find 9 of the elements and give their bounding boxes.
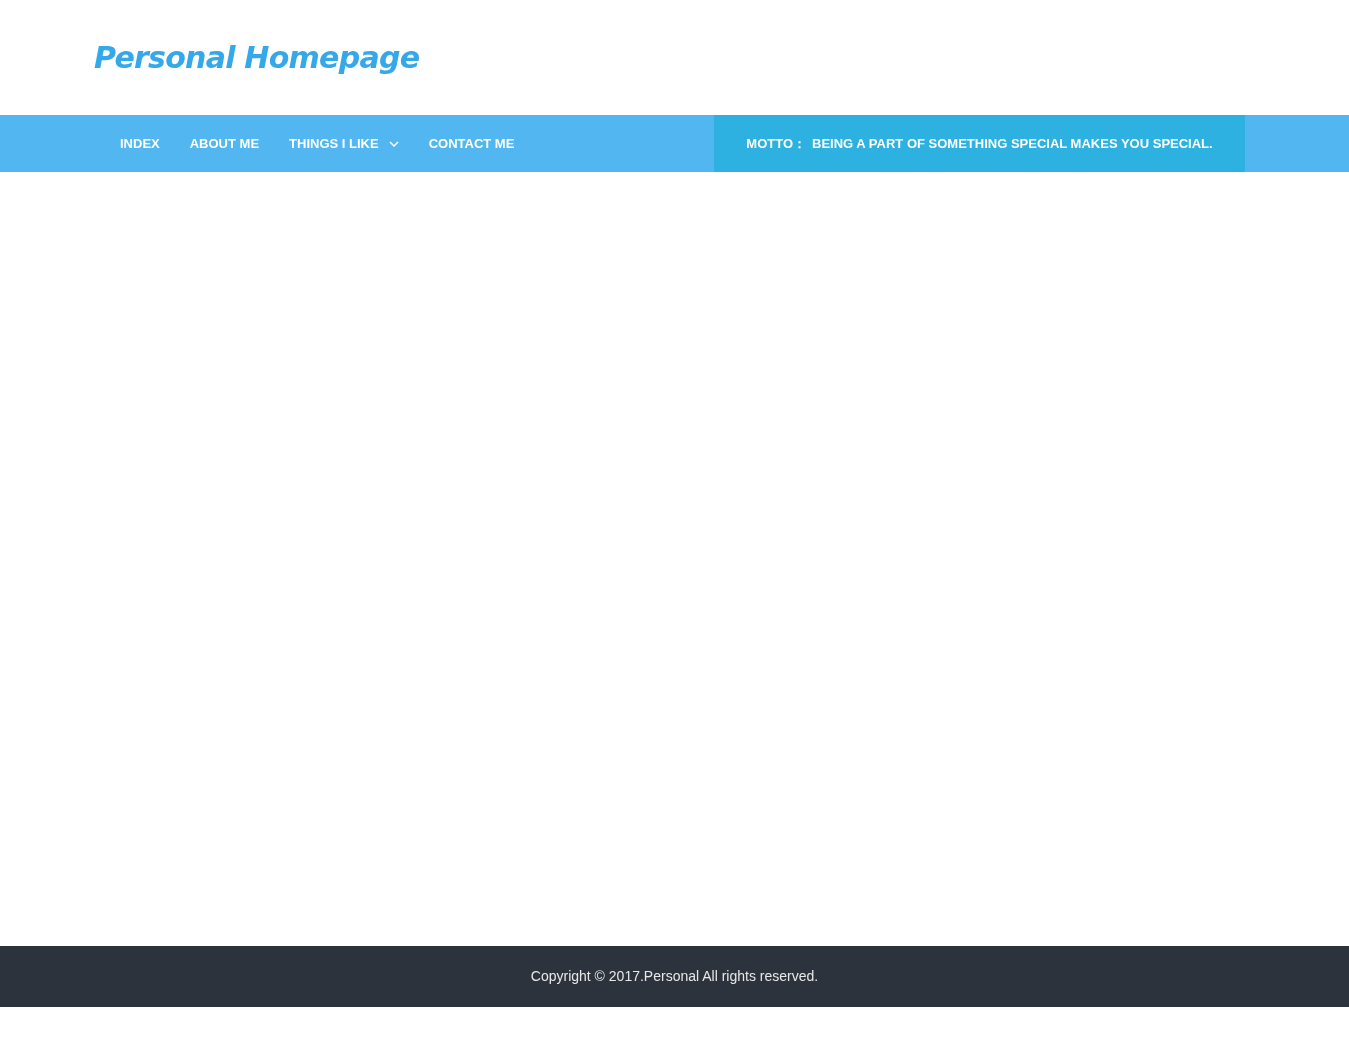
copyright-text: Copyright © 2017.Personal All rights reserved. bbox=[530, 967, 819, 986]
nav-link[interactable]: ABOUT ME bbox=[174, 133, 275, 154]
nav-link[interactable]: THINGS I LIKE bbox=[274, 133, 414, 154]
nav-link[interactable]: CONTACT ME bbox=[413, 133, 530, 154]
chevron-down-icon bbox=[388, 140, 399, 147]
motto-text: BEING A PART OF SOMETHING SPECIAL MAKES YOU SPECIAL. bbox=[812, 134, 1213, 153]
motto-label: MOTTO： bbox=[746, 134, 807, 153]
site-title: Personal Homepage bbox=[94, 39, 420, 77]
nav-link[interactable]: INDEX bbox=[105, 133, 175, 154]
